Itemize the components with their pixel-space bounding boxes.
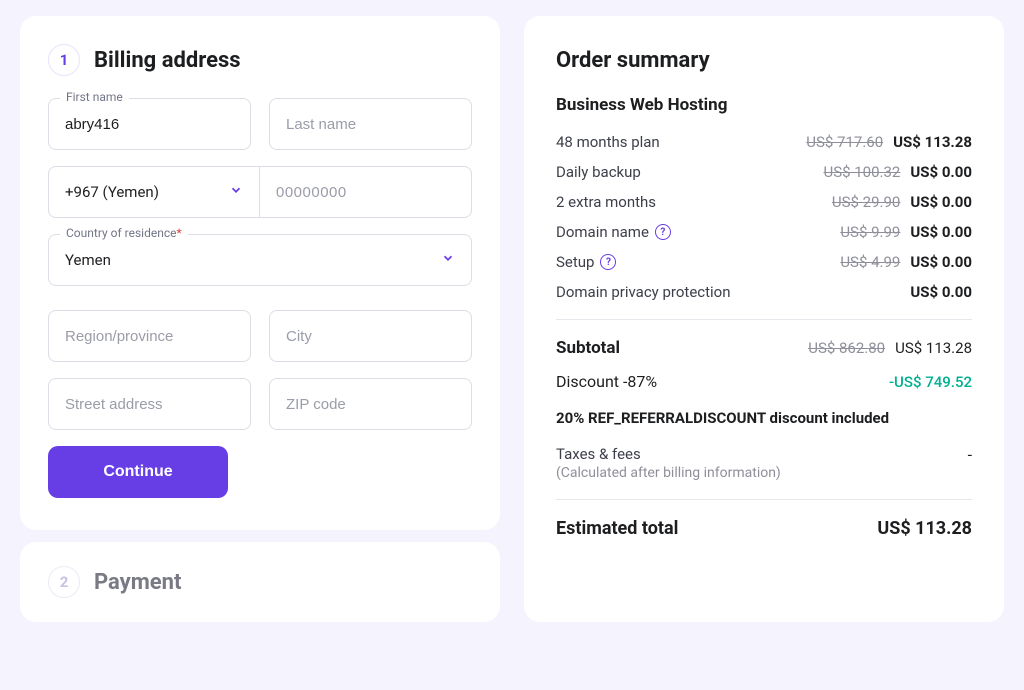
summary-title: Order summary [556,48,972,73]
first-name-field: First name [48,98,251,150]
summary-line-price: US$ 0.00 [910,223,972,241]
last-name-field [269,98,472,150]
country-select[interactable]: Yemen [48,234,472,286]
phone-combined: +967 (Yemen) [48,166,472,218]
phone-code-select[interactable]: +967 (Yemen) [49,167,260,217]
country-value: Yemen [65,251,111,269]
product-title: Business Web Hosting [556,95,972,115]
country-label: Country of residence* [60,226,188,240]
summary-line-label: Domain name? [556,223,840,241]
summary-line: 48 months planUS$ 717.60 US$ 113.28 [556,133,972,151]
summary-line-label: Domain privacy protection [556,283,910,301]
total-price: US$ 113.28 [877,518,972,539]
subtotal-label: Subtotal [556,338,808,358]
tax-value: - [968,445,972,464]
summary-line-strike: US$ 29.90 [832,193,900,211]
order-summary-card: Order summary Business Web Hosting 48 mo… [524,16,1004,622]
total-row: Estimated total US$ 113.28 [556,518,972,539]
summary-line-price: US$ 0.00 [910,193,972,211]
summary-line-price: US$ 0.00 [910,253,972,271]
tax-label: Taxes & fees [556,445,781,463]
discount-row: Discount -87% -US$ 749.52 [556,372,972,391]
billing-header: 1 Billing address [48,44,472,76]
discount-label: Discount -87% [556,372,657,391]
summary-line-price: US$ 113.28 [893,133,972,151]
help-icon[interactable]: ? [600,254,616,270]
summary-line-strike: US$ 100.32 [823,163,900,181]
divider [556,319,972,320]
subtotal-price: US$ 113.28 [895,339,972,357]
payment-card: 2 Payment [20,542,500,622]
summary-line: Daily backupUS$ 100.32 US$ 0.00 [556,163,972,181]
step-badge-2: 2 [48,566,80,598]
tax-row: Taxes & fees (Calculated after billing i… [556,445,972,481]
chevron-down-icon [229,183,243,201]
summary-line-strike: US$ 9.99 [840,223,900,241]
summary-line: 2 extra monthsUS$ 29.90 US$ 0.00 [556,193,972,211]
summary-line-price: US$ 0.00 [910,283,972,301]
billing-card: 1 Billing address First name +967 (Yemen… [20,16,500,530]
phone-input[interactable] [276,184,455,201]
step-badge-1: 1 [48,44,80,76]
discount-note: 20% REF_REFERRALDISCOUNT discount includ… [556,409,972,427]
city-input[interactable] [269,310,472,362]
billing-title: Billing address [94,48,241,73]
summary-line-label: Daily backup [556,163,823,181]
divider [556,499,972,500]
summary-line: Setup?US$ 4.99 US$ 0.00 [556,253,972,271]
first-name-label: First name [60,90,129,104]
zip-input[interactable] [269,378,472,430]
discount-amount: -US$ 749.52 [889,373,972,391]
subtotal-strike: US$ 862.80 [808,339,885,357]
summary-line-label: 2 extra months [556,193,832,211]
chevron-down-icon [441,251,455,269]
first-name-input[interactable] [48,98,251,150]
summary-line: Domain privacy protectionUS$ 0.00 [556,283,972,301]
summary-line-strike: US$ 4.99 [840,253,900,271]
last-name-input[interactable] [269,98,472,150]
summary-line-price: US$ 0.00 [910,163,972,181]
phone-code-value: +967 (Yemen) [65,183,159,201]
summary-line-label: 48 months plan [556,133,806,151]
summary-line-label: Setup? [556,253,840,271]
street-input[interactable] [48,378,251,430]
tax-note: (Calculated after billing information) [556,465,781,481]
summary-line: Domain name?US$ 9.99 US$ 0.00 [556,223,972,241]
total-label: Estimated total [556,518,678,539]
subtotal-row: Subtotal US$ 862.80 US$ 113.28 [556,338,972,358]
help-icon[interactable]: ? [655,224,671,240]
continue-button[interactable]: Continue [48,446,228,498]
summary-line-strike: US$ 717.60 [806,133,883,151]
payment-title: Payment [94,570,181,595]
region-input[interactable] [48,310,251,362]
